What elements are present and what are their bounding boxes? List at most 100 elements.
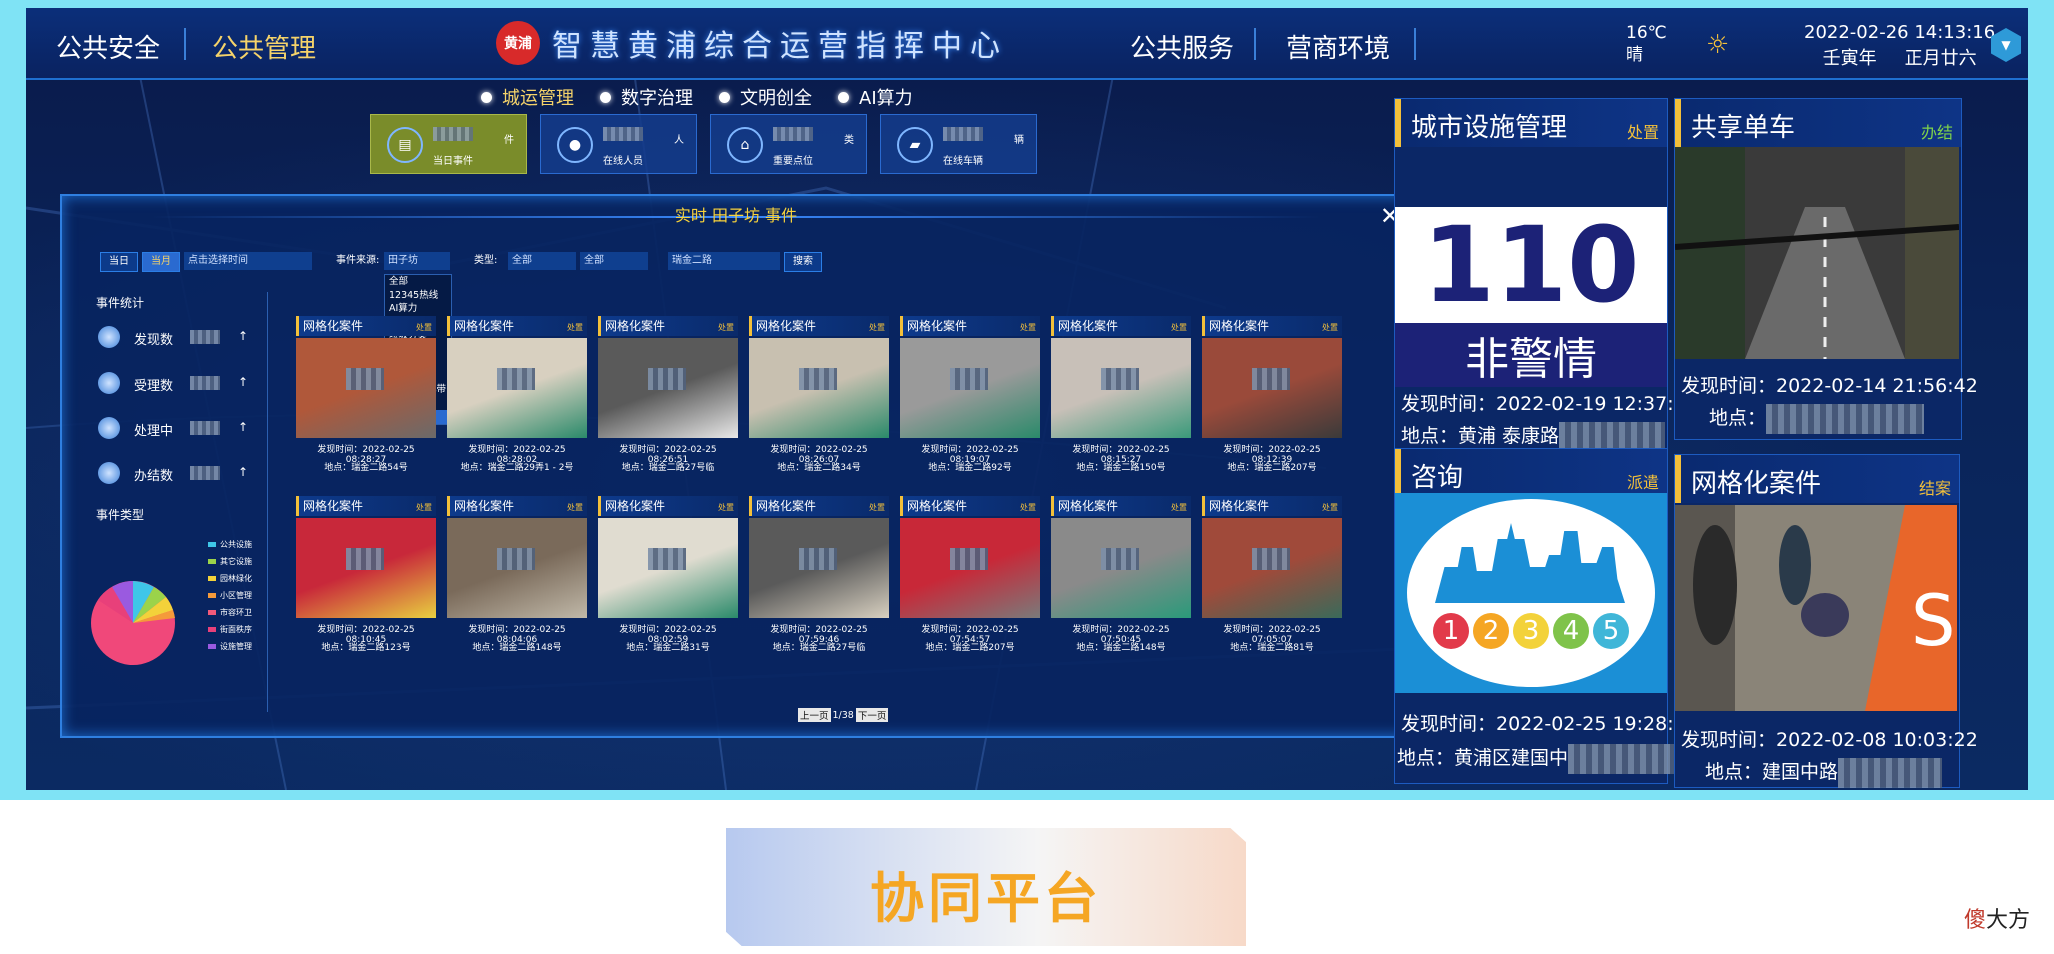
event-card[interactable]: 网格化案件 处置 发现时间：2022-02-25 08:10:45 地点：瑞金二路12… [296, 496, 436, 666]
event-card[interactable]: 网格化案件 处置 发现时间：2022-02-25 08:12:39 地点：瑞金二路20… [1202, 316, 1342, 486]
event-card[interactable]: 网格化案件 处置 发现时间：2022-02-25 08:15:27 地点：瑞金二路15… [1051, 316, 1191, 486]
event-card[interactable]: 网格化案件 处置 发现时间：2022-02-25 08:28:02 地点：瑞金二路29… [447, 316, 587, 486]
logo-digit: 4 [1553, 613, 1589, 649]
event-photo [296, 338, 436, 438]
event-card[interactable]: 网格化案件 处置 发现时间：2022-02-25 07:59:46 地点：瑞金二路27… [749, 496, 889, 666]
divider [267, 292, 268, 712]
stat-card-events[interactable]: ▤ 件 当日事件 [370, 114, 527, 174]
nav-public-safety[interactable]: 公共安全 [56, 28, 160, 65]
prev-page-button[interactable]: 上一页 [798, 708, 831, 722]
masked-region [346, 368, 384, 390]
collab-platform-button[interactable]: 协同平台 [726, 828, 1246, 946]
masked-value [433, 127, 473, 141]
card-title: 网格化案件 处置 [749, 316, 889, 336]
nav-public-management[interactable]: 公共管理 [212, 28, 316, 65]
panel-address: 地点：黄浦区建国中 [1397, 743, 1675, 774]
panel-time: 发现时间：2022-02-25 19:28:25 [1401, 713, 1698, 735]
date-picker-input[interactable]: 点击选择时间 [184, 252, 312, 270]
event-card[interactable]: 网格化案件 处置 发现时间：2022-02-25 08:26:51 地点：瑞金二路27… [598, 316, 738, 486]
tab-ai-compute[interactable]: AI算力 [838, 84, 913, 110]
nav-business-env[interactable]: 营商环境 [1286, 28, 1390, 65]
event-card[interactable]: 网格化案件 处置 发现时间：2022-02-25 08:28:27 地点：瑞金二路54… [296, 316, 436, 486]
event-card[interactable]: 网格化案件 处置 发现时间：2022-02-25 08:26:07 地点：瑞金二路34… [749, 316, 889, 486]
panel-shared-bike[interactable]: 共享单车 办结 发现时间：2022-02-14 21:56:42 地点： [1674, 98, 1978, 440]
panel-header: 共享单车 办结 [1675, 99, 1961, 147]
lunar-year: 壬寅年 [1822, 48, 1877, 69]
event-card[interactable]: 网格化案件 处置 发现时间：2022-02-25 07:54:57 地点：瑞金二路20… [900, 496, 1040, 666]
dropdown-option[interactable]: AI算力 [385, 302, 451, 316]
event-photo [598, 338, 738, 438]
nav-public-service[interactable]: 公共服务 [1130, 28, 1234, 65]
event-card[interactable]: 网格化案件 处置 发现时间：2022-02-25 07:50:45 地点：瑞金二路14… [1051, 496, 1191, 666]
datetime-widget: 2022-02-26 14:13:16 壬寅年 正月廿六 [1804, 20, 1995, 72]
card-title: 网格化案件 处置 [598, 316, 738, 336]
event-card[interactable]: 网格化案件 处置 发现时间：2022-02-25 08:04:06 地点：瑞金二路14… [447, 496, 587, 666]
next-page-button[interactable]: 下一页 [855, 708, 889, 722]
stat-card-staff[interactable]: ● 人 在线人员 [540, 114, 697, 174]
card-title: 网格化案件 处置 [598, 496, 738, 516]
event-photo [900, 338, 1040, 438]
filter-month-button[interactable]: 当月 [142, 252, 180, 272]
road-input[interactable]: 瑞金二路 [668, 252, 780, 270]
card-address: 地点：瑞金二路27号临 [621, 463, 715, 473]
dropdown-option[interactable]: 12345热线 [385, 289, 451, 303]
card-status: 处置 [416, 323, 432, 332]
legend-item: 其它设施 [208, 553, 252, 570]
masked-region [346, 548, 384, 570]
card-title: 网格化案件 处置 [900, 316, 1040, 336]
masked-value [773, 127, 813, 141]
filter-today-button[interactable]: 当日 [100, 252, 138, 272]
panel-status: 办结 [1920, 123, 1953, 142]
chevron-down-icon[interactable]: ▼ [1991, 28, 2021, 62]
dropdown-option[interactable]: 全部 [385, 275, 451, 289]
legend-item: 公共设施 [208, 536, 252, 553]
logo-digit: 1 [1433, 613, 1469, 649]
type-select-1[interactable]: 全部 [508, 252, 576, 270]
event-card[interactable]: 网格化案件 处置 发现时间：2022-02-25 08:02:59 地点：瑞金二路31… [598, 496, 738, 666]
nav-divider [1414, 28, 1416, 60]
card-title: 网格化案件 处置 [749, 496, 889, 516]
panel-grid-case[interactable]: 网格化案件 结案 S 发现时间：2022-02-08 10:03:22 地点：建… [1674, 454, 1978, 788]
card-address: 地点：瑞金二路34号 [777, 463, 861, 473]
type-select-2[interactable]: 全部 [580, 252, 648, 270]
collab-platform-label: 协同平台 [870, 867, 1102, 930]
tab-digital-gov[interactable]: 数字治理 [600, 84, 693, 110]
search-button[interactable]: 搜索 [784, 252, 822, 272]
sidewalk-photo: S [1675, 505, 1957, 711]
tab-label: AI算力 [859, 88, 913, 109]
person-icon: ● [557, 127, 593, 163]
panel-status: 结案 [1918, 479, 1951, 498]
event-photo [749, 518, 889, 618]
modal-title: 实时 田子坊 事件 [674, 206, 798, 225]
stat-card-vehicles[interactable]: ▰ 辆 在线车辆 [880, 114, 1037, 174]
tab-dot [838, 91, 849, 103]
card-address: 地点：瑞金二路27号临 [772, 643, 866, 653]
card-address: 地点：瑞金二路81号 [1230, 643, 1314, 653]
card-status: 处置 [1020, 503, 1036, 512]
masked-region [497, 368, 535, 390]
card-address: 地点：瑞金二路148号 [1076, 643, 1166, 653]
big-number: 110 [1422, 204, 1640, 326]
masked-value [190, 376, 220, 390]
tab-city-ops[interactable]: 城运管理 [481, 84, 574, 110]
weather-desc: 晴 [1626, 45, 1643, 65]
source-select[interactable]: 田子坊 [384, 252, 450, 270]
arrow-up-icon: ↑ [238, 329, 249, 343]
tab-civilization[interactable]: 文明创全 [719, 84, 812, 110]
event-card[interactable]: 网格化案件 处置 发现时间：2022-02-25 07:05:07 地点：瑞金二路81… [1202, 496, 1342, 666]
svg-text:S: S [1911, 580, 1955, 662]
event-card[interactable]: 网格化案件 处置 发现时间：2022-02-25 08:19:07 地点：瑞金二路92… [900, 316, 1040, 486]
types-title: 事件类型 [96, 508, 145, 522]
card-status: 处置 [1322, 323, 1338, 332]
card-address: 地点：瑞金二路31号 [626, 643, 710, 653]
panel-address: 地点： [1709, 403, 1925, 434]
stat-card-points[interactable]: ⌂ 类 重要点位 [710, 114, 867, 174]
panel-header: 城市设施管理 处置 [1395, 99, 1667, 147]
logo-digit: 3 [1513, 613, 1549, 649]
panel-consult[interactable]: 咨询 派遣 1 2 3 4 5 发现时间：2022-02-25 19:28:25… [1394, 448, 1698, 784]
card-status: 处置 [869, 323, 885, 332]
dashboard-screen: 公共安全 公共管理 黄浦 智慧黄浦综合运营指挥中心 公共服务 营商环境 16℃ … [26, 8, 2028, 790]
panel-city-facility[interactable]: 城市设施管理 处置 110 非警情 发现时间：2022-02-19 12:37:… [1394, 98, 1698, 456]
stat-unit: 人 [674, 135, 684, 146]
card-status: 处置 [718, 323, 734, 332]
